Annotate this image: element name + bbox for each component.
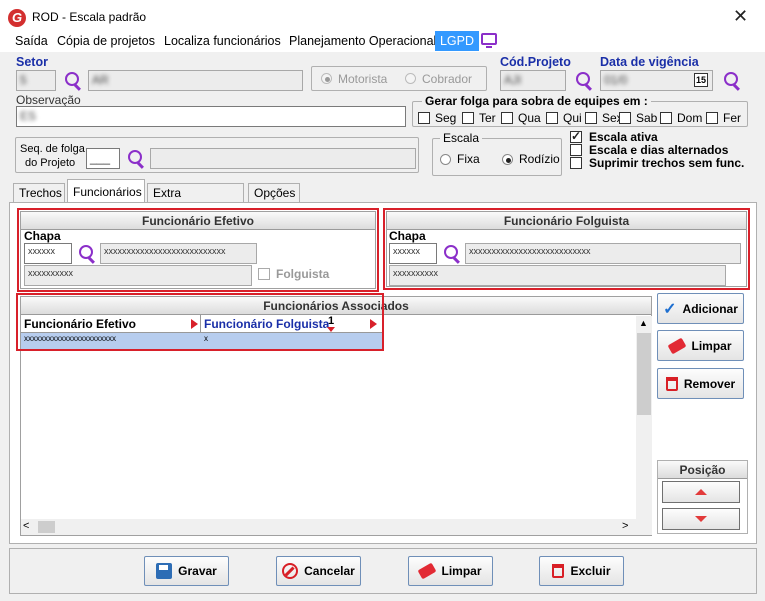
setor-label: Setor <box>16 55 48 69</box>
menu-lgpd[interactable]: LGPD <box>435 31 479 51</box>
escala-group-title: Escala <box>440 131 483 145</box>
calendar-icon[interactable]: 15 <box>694 73 708 87</box>
folga-day-checkbox[interactable] <box>619 112 631 124</box>
folga-day-label: Ter <box>479 111 496 125</box>
limpar-side-button[interactable]: Limpar <box>657 330 744 361</box>
tab-trechos[interactable]: Trechos <box>13 183 65 202</box>
menu-saida[interactable]: Saída <box>15 34 48 48</box>
cobrador-label: Cobrador <box>422 72 473 86</box>
cod-projeto-field[interactable]: AJI <box>500 70 566 91</box>
folguista-extra-field: xxxxxxxxxx <box>389 265 726 286</box>
folguista-checkbox[interactable] <box>258 268 270 280</box>
monitor-icon[interactable] <box>481 33 497 48</box>
seq-folga-label: Seq. de folga <box>20 143 85 155</box>
excluir-button[interactable]: Excluir <box>539 556 624 586</box>
efetivo-chapa-field[interactable]: xxxxxx <box>24 243 72 264</box>
folga-day-checkbox[interactable] <box>501 112 513 124</box>
arrow-down-icon <box>695 516 707 522</box>
cobrador-radio[interactable] <box>405 73 416 84</box>
trash-icon <box>665 376 678 391</box>
escala-alternados-label: Escala e dias alternados <box>589 143 729 157</box>
seq-folga-field[interactable]: ___ <box>86 148 120 169</box>
efetivo-name-field: xxxxxxxxxxxxxxxxxxxxxxxxxxx <box>100 243 257 264</box>
folga-day-label: Qui <box>563 111 582 125</box>
scroll-thumb[interactable] <box>637 333 651 415</box>
folga-day-checkbox[interactable] <box>418 112 430 124</box>
folguista-chapa-label: Chapa <box>389 229 426 243</box>
data-vigencia-search-icon[interactable] <box>724 72 738 86</box>
observacao-field[interactable]: ES <box>16 106 406 127</box>
gravar-button[interactable]: Gravar <box>144 556 229 586</box>
motorista-label: Motorista <box>338 72 388 86</box>
cod-projeto-search-icon[interactable] <box>576 72 590 86</box>
escala-ativa-checkbox[interactable] <box>570 129 582 143</box>
save-icon <box>156 563 173 579</box>
setor-code-field[interactable]: 5 <box>16 70 56 91</box>
folga-day-checkbox[interactable] <box>462 112 474 124</box>
associados-highlight <box>16 293 384 351</box>
cod-projeto-label: Cód.Projeto <box>500 55 571 69</box>
escala-ativa-label: Escala ativa <box>589 130 658 144</box>
observacao-label: Observação <box>16 93 81 107</box>
motorista-radio[interactable] <box>321 73 332 84</box>
scroll-up-icon[interactable]: ▲ <box>639 318 648 328</box>
folga-day-label: Sab <box>636 111 658 125</box>
folga-day-label: Qua <box>518 111 541 125</box>
horizontal-scrollbar[interactable] <box>21 519 652 535</box>
close-icon[interactable]: ✕ <box>733 6 748 27</box>
efetivo-extra-field: xxxxxxxxxx <box>24 265 252 286</box>
folga-group-title: Gerar folga para sobra de equipes em : <box>422 94 651 108</box>
menu-planejamento[interactable]: Planejamento Operacional <box>289 34 436 48</box>
setor-search-icon[interactable] <box>65 72 79 86</box>
folga-day-label: Dom <box>677 111 703 125</box>
folga-day-checkbox[interactable] <box>706 112 718 124</box>
data-vigencia-label: Data de vigência <box>600 55 699 69</box>
bottom-bar <box>9 548 757 594</box>
h-scroll-thumb[interactable] <box>38 521 55 533</box>
seq-folga-label-2: do Projeto <box>25 157 76 169</box>
folga-day-checkbox[interactable] <box>660 112 672 124</box>
efetivo-search-icon[interactable] <box>79 245 93 259</box>
folga-day-checkbox[interactable] <box>546 112 558 124</box>
cancelar-button[interactable]: Cancelar <box>276 556 361 586</box>
menu-localiza-funcionarios[interactable]: Localiza funcionários <box>164 34 281 48</box>
trash-icon <box>552 564 565 578</box>
remover-button[interactable]: Remover <box>657 368 744 399</box>
suprimir-trechos-label: Suprimir trechos sem func. <box>589 156 745 170</box>
folga-day-label: Fer <box>723 111 741 125</box>
limpar-button[interactable]: Limpar <box>408 556 493 586</box>
tab-extra-programado[interactable]: Extra programado <box>147 183 244 214</box>
escala-alternados-checkbox[interactable] <box>570 144 582 156</box>
seq-folga-search-icon[interactable] <box>128 150 142 164</box>
app-logo-icon: G <box>8 9 26 27</box>
eraser-icon <box>418 562 437 580</box>
posicao-title: Posição <box>658 461 747 479</box>
suprimir-trechos-checkbox[interactable] <box>570 157 582 169</box>
escala-rodizio-label: Rodízio <box>519 152 560 166</box>
eraser-icon <box>668 337 687 354</box>
efetivo-chapa-label: Chapa <box>24 229 61 243</box>
folga-day-checkbox[interactable] <box>585 112 597 124</box>
adicionar-button[interactable]: ✓ Adicionar <box>657 293 744 324</box>
scroll-right-icon[interactable]: > <box>622 520 628 532</box>
folguista-checkbox-label: Folguista <box>276 267 330 281</box>
scroll-left-icon[interactable]: < <box>23 520 29 532</box>
folguista-name-field: xxxxxxxxxxxxxxxxxxxxxxxxxxx <box>465 243 741 264</box>
escala-fixa-label: Fixa <box>457 152 480 166</box>
seq-folga-name-field <box>150 148 416 169</box>
folguista-chapa-field[interactable]: xxxxxx <box>389 243 437 264</box>
window-title: ROD - Escala padrão <box>32 10 147 24</box>
escala-rodizio-radio[interactable] <box>502 154 513 165</box>
arrow-up-icon <box>695 489 707 495</box>
check-icon: ✓ <box>663 300 677 318</box>
folguista-search-icon[interactable] <box>444 245 458 259</box>
escala-fixa-radio[interactable] <box>440 154 451 165</box>
tab-opcoes[interactable]: Opções <box>248 183 300 202</box>
tab-funcionarios[interactable]: Funcionários <box>67 179 145 203</box>
folga-day-label: Seg <box>435 111 457 125</box>
cancel-icon <box>282 563 299 579</box>
setor-name-field: AR <box>88 70 303 91</box>
menu-copia-projetos[interactable]: Cópia de projetos <box>57 34 155 48</box>
